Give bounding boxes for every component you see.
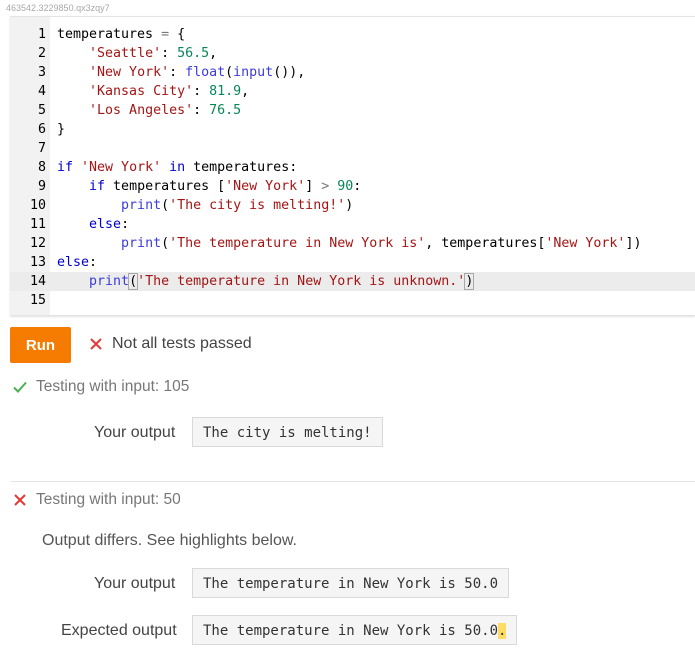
line-number: 6 <box>37 122 46 137</box>
your-output-label: Your output <box>94 575 176 592</box>
code-line[interactable]: 13 else: <box>10 253 695 272</box>
line-number: 4 <box>37 84 46 99</box>
line-number: 9 <box>37 179 46 194</box>
test-result-2: Testing with input: 50 <box>12 491 181 509</box>
code-line[interactable]: 8 if 'New York' in temperatures: <box>10 158 695 177</box>
code-line[interactable]: 6} <box>10 120 695 139</box>
status-text: Not all tests passed <box>112 335 252 352</box>
code-line[interactable]: 7 <box>10 139 695 158</box>
expected-output-text: The temperature in New York is 50.0 <box>203 623 499 639</box>
code-lines[interactable]: 1 temperatures = { 2 'Seattle': 56.5, 3 '… <box>10 25 695 310</box>
test-summary: Not all tests passed <box>88 335 252 353</box>
line-number: 10 <box>29 198 46 213</box>
test-title: Testing with input: 50 <box>36 491 181 508</box>
text-cursor <box>473 273 475 289</box>
run-button[interactable]: Run <box>10 327 71 363</box>
diff-message: Output differs. See highlights below. <box>42 532 297 549</box>
line-number: 8 <box>37 160 46 175</box>
line-number: 3 <box>37 65 46 80</box>
line-number: 2 <box>37 46 46 61</box>
line-number: 13 <box>29 255 46 270</box>
reference-code: 463542.3229850.qx3zqy7 <box>6 3 110 13</box>
test-result-1: Testing with input: 105 <box>12 378 189 396</box>
line-number: 15 <box>29 293 46 308</box>
close-icon <box>14 494 26 506</box>
code-line[interactable]: 1 temperatures = { <box>10 25 695 44</box>
your-output-box: The temperature in New York is 50.0 <box>192 568 510 598</box>
code-line[interactable]: 4 'Kansas City': 81.9, <box>10 82 695 101</box>
divider <box>10 481 695 482</box>
code-line[interactable]: 12 print('The temperature in New York is… <box>10 234 695 253</box>
code-line[interactable]: 10 print('The city is melting!') <box>10 196 695 215</box>
line-number: 1 <box>37 27 46 42</box>
code-line-active[interactable]: 14 print('The temperature in New York is… <box>10 272 695 291</box>
code-editor[interactable]: 1 temperatures = { 2 'Seattle': 56.5, 3 '… <box>10 16 695 316</box>
code-line[interactable]: 3 'New York': float(input()), <box>10 63 695 82</box>
code-line[interactable]: 15 <box>10 291 695 310</box>
line-number: 12 <box>29 236 46 251</box>
code-line[interactable]: 9 if temperatures ['New York'] > 90: <box>10 177 695 196</box>
code-line[interactable]: 11 else: <box>10 215 695 234</box>
your-output-box: The city is melting! <box>192 417 383 447</box>
close-icon <box>90 338 102 350</box>
test-title: Testing with input: 105 <box>36 378 190 395</box>
code-line[interactable]: 2 'Seattle': 56.5, <box>10 44 695 63</box>
expected-output-box: The temperature in New York is 50.0. <box>192 615 518 645</box>
expected-output-label: Expected output <box>61 622 177 639</box>
code-line[interactable]: 5 'Los Angeles': 76.5 <box>10 101 695 120</box>
line-number: 11 <box>29 217 46 232</box>
check-icon <box>13 381 27 393</box>
line-number: 7 <box>37 141 46 156</box>
diff-highlight: . <box>498 623 507 639</box>
your-output-label: Your output <box>94 424 176 441</box>
line-number: 5 <box>37 103 46 118</box>
line-number: 14 <box>29 274 46 289</box>
